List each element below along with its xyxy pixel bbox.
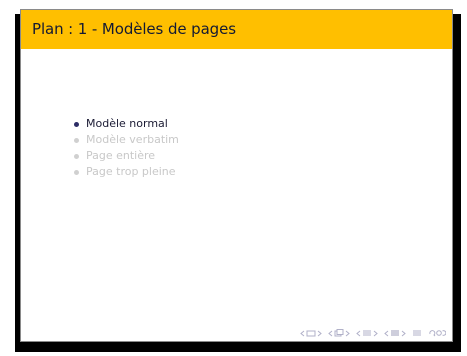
bullet-icon [74, 170, 79, 175]
nav-section-icon[interactable] [390, 329, 400, 337]
toc-item-label: Page entière [86, 149, 156, 162]
bullet-icon [74, 154, 79, 159]
nav-align-group [412, 329, 422, 337]
toc-item-label: Page trop pleine [86, 165, 176, 178]
nav-frame-icon[interactable] [334, 329, 344, 337]
title-bar: Plan : 1 - Modèles de pages [21, 10, 452, 49]
nav-subsection-group [356, 329, 378, 337]
bullet-icon [74, 138, 79, 143]
toc-item-modele-normal[interactable]: Modèle normal [73, 116, 179, 132]
toc-item-page-trop-pleine[interactable]: Page trop pleine [73, 164, 179, 180]
nav-subsection-icon[interactable] [362, 329, 372, 337]
slide-frame: Plan : 1 - Modèles de pages Modèle norma… [20, 9, 453, 342]
toc-item-page-entiere[interactable]: Page entière [73, 148, 179, 164]
nav-next-arrow-icon[interactable] [401, 330, 406, 337]
nav-align-icon[interactable] [412, 329, 422, 337]
page-stage: Plan : 1 - Modèles de pages Modèle norma… [0, 0, 467, 356]
nav-prev-arrow-icon[interactable] [384, 330, 389, 337]
navigation-symbols [300, 329, 446, 337]
nav-search-icon[interactable] [428, 329, 446, 337]
bullet-icon [74, 122, 79, 127]
nav-slide-group [300, 330, 322, 337]
toc-item-label: Modèle normal [86, 117, 168, 130]
nav-next-arrow-icon[interactable] [345, 330, 350, 337]
nav-frame-group [328, 329, 350, 337]
toc-item-label: Modèle verbatim [86, 133, 179, 146]
slide-title: Plan : 1 - Modèles de pages [32, 20, 236, 38]
nav-next-arrow-icon[interactable] [373, 330, 378, 337]
table-of-contents: Modèle normal Modèle verbatim Page entiè… [73, 116, 179, 180]
nav-prev-arrow-icon[interactable] [356, 330, 361, 337]
toc-item-modele-verbatim[interactable]: Modèle verbatim [73, 132, 179, 148]
nav-slide-icon[interactable] [306, 330, 316, 337]
nav-section-group [384, 329, 406, 337]
nav-next-arrow-icon[interactable] [317, 330, 322, 337]
nav-prev-arrow-icon[interactable] [328, 330, 333, 337]
nav-search-group [428, 329, 446, 337]
nav-prev-arrow-icon[interactable] [300, 330, 305, 337]
